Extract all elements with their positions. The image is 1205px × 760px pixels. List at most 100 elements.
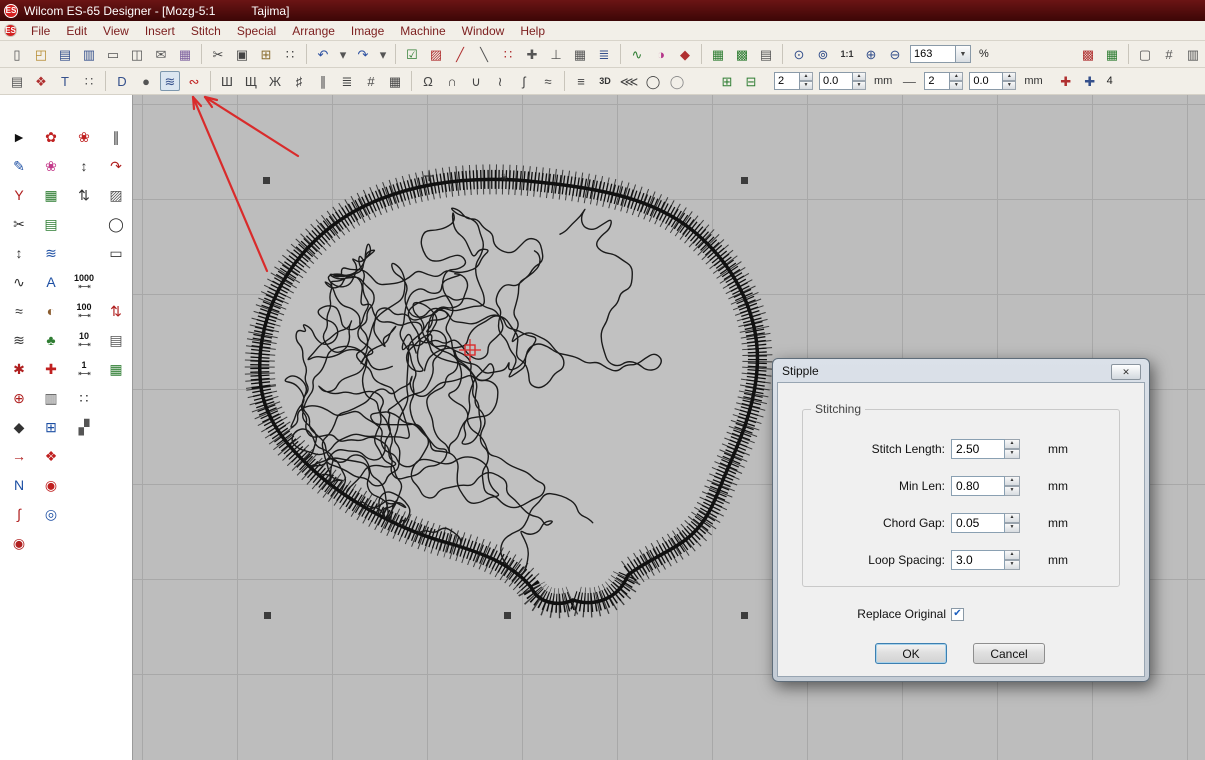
arrow-tool[interactable]: → (6, 444, 32, 468)
open-design-icon[interactable]: ◰ (31, 44, 51, 64)
penetration-icon[interactable]: ⊥ (546, 44, 566, 64)
grid-major-spinner-down-icon[interactable]: ▼ (800, 81, 813, 90)
target-tool[interactable]: ◉ (6, 531, 32, 555)
grid-minor-spinner-up-icon[interactable]: ▲ (950, 72, 963, 81)
menu-view[interactable]: View (95, 22, 137, 40)
design-view-icon[interactable]: ▦ (1102, 44, 1122, 64)
scissors-tool[interactable]: ✂ (6, 212, 32, 236)
auto-fabric-icon[interactable]: ∿ (627, 44, 647, 64)
ellipse-b-icon[interactable]: ◯ (667, 71, 687, 91)
wave-icon[interactable]: ≀ (490, 71, 510, 91)
reshape-tool[interactable]: ✎ (6, 154, 32, 178)
menu-stitch[interactable]: Stitch (183, 22, 229, 40)
save-design-icon[interactable]: ▤ (55, 44, 75, 64)
loop-spacing-input[interactable] (951, 550, 1005, 570)
hatch2-tool[interactable]: ▨ (103, 183, 129, 207)
ellipse-tool[interactable]: ◯ (103, 212, 129, 236)
thread-colors-icon[interactable]: ◑ (651, 44, 671, 64)
replace-original-checkbox[interactable]: ✔ (951, 608, 964, 621)
fill-rows-tool[interactable]: ▤ (103, 328, 129, 352)
stitch-view-icon[interactable]: ▩ (1078, 44, 1098, 64)
parallel-tool[interactable]: ∥ (103, 125, 129, 149)
grid-size-y-spinner-input[interactable] (969, 72, 1003, 90)
stipple-fill-icon[interactable]: ≋ (160, 71, 180, 91)
stitch-length-down-icon[interactable]: ▼ (1005, 449, 1020, 459)
select-tool[interactable]: ► (6, 125, 32, 149)
stitch-player-icon[interactable]: ≣ (594, 44, 614, 64)
menu-arrange[interactable]: Arrange (284, 22, 343, 40)
show-rulers-icon[interactable]: ▤ (756, 44, 776, 64)
lines-icon[interactable]: ≣ (337, 71, 357, 91)
block-tool[interactable]: ▥ (38, 386, 64, 410)
min-len-down-icon[interactable]: ▼ (1005, 486, 1020, 496)
measure-icon[interactable]: # (1159, 44, 1179, 64)
show-hoop-icon[interactable]: ▩ (732, 44, 752, 64)
loop-spacing-down-icon[interactable]: ▼ (1005, 560, 1020, 570)
clipped-right-icon[interactable]: ▥ (1183, 44, 1203, 64)
sharp-stitch-icon[interactable]: ♯ (289, 71, 309, 91)
add-stitch-icon[interactable]: ✚ (522, 44, 542, 64)
stitch-list-icon[interactable]: ▦ (570, 44, 590, 64)
triple-run-tool[interactable]: ≈ (6, 299, 32, 323)
cross-stitch-icon[interactable]: Ж (265, 71, 285, 91)
close-icon[interactable]: ✕ (1111, 364, 1141, 380)
hash-icon[interactable]: # (361, 71, 381, 91)
diamond-tool[interactable]: ◆ (6, 415, 32, 439)
min-len-input[interactable] (951, 476, 1005, 496)
paste-icon[interactable]: ⊞ (256, 44, 276, 64)
target-red-tool[interactable]: ◉ (38, 473, 64, 497)
undo-icon[interactable]: ↶ (313, 44, 333, 64)
mesh-icon[interactable]: ▦ (385, 71, 405, 91)
flower-pink-tool[interactable]: ❀ (38, 154, 64, 178)
arc-tool[interactable]: ↷ (103, 154, 129, 178)
send-email-icon[interactable]: ✉ (151, 44, 171, 64)
overview-window-icon[interactable]: ▢ (1135, 44, 1155, 64)
satin-stitch-icon[interactable]: ╱ (450, 44, 470, 64)
fur-tool[interactable]: ◐ (38, 299, 64, 323)
leaf-tool[interactable]: ♣ (38, 328, 64, 352)
grid-size-x-spinner-input[interactable] (819, 72, 853, 90)
lettering-icon[interactable]: T (55, 71, 75, 91)
menu-insert[interactable]: Insert (137, 22, 183, 40)
grid-size-y-spinner-up-icon[interactable]: ▲ (1003, 72, 1016, 81)
tatami-fill-icon[interactable]: ▨ (426, 44, 446, 64)
dash-icon[interactable]: ― (899, 71, 919, 91)
menu-machine[interactable]: Machine (392, 22, 453, 40)
print-preview-icon[interactable]: ◫ (127, 44, 147, 64)
zoom-in-icon[interactable]: ⊕ (861, 44, 881, 64)
circle-tool[interactable]: ⊕ (6, 386, 32, 410)
spacing-preset-10[interactable]: 10⇤⇥ (71, 328, 97, 352)
motif-fill-icon[interactable]: ∷ (498, 44, 518, 64)
fill-dark-tool[interactable]: ▤ (38, 212, 64, 236)
grid-minor-spinner-input[interactable] (924, 72, 950, 90)
updown-tool[interactable]: ↕ (71, 154, 97, 178)
zoom-box-icon[interactable]: ⊚ (813, 44, 833, 64)
updown-red-tool[interactable]: ⇅ (103, 299, 129, 323)
w-effect-icon[interactable]: ⋘ (619, 71, 639, 91)
arc-up-icon[interactable]: ∩ (442, 71, 462, 91)
document-logo-icon[interactable]: ES (4, 24, 17, 37)
fill-dots-icon[interactable]: ∷ (79, 71, 99, 91)
run-stitch-icon[interactable]: ╲ (474, 44, 494, 64)
menu-file[interactable]: File (23, 22, 58, 40)
rectangle-tool[interactable]: ▭ (103, 241, 129, 265)
menu-image[interactable]: Image (343, 22, 392, 40)
digitize-d-icon[interactable]: D (112, 71, 132, 91)
move-design-icon[interactable]: ✚ (1056, 71, 1076, 91)
dialog-titlebar[interactable]: Stipple (773, 359, 1149, 382)
3d-effect-icon[interactable]: 3D (595, 71, 615, 91)
effects-icon[interactable]: ❖ (31, 71, 51, 91)
grid-minor-spinner-down-icon[interactable]: ▼ (950, 81, 963, 90)
fill-green-tool[interactable]: ▦ (38, 183, 64, 207)
zigzag-b-icon[interactable]: Щ (241, 71, 261, 91)
print-icon[interactable]: ▭ (103, 44, 123, 64)
node-tool[interactable]: N (6, 473, 32, 497)
gem-tool[interactable]: ❖ (38, 444, 64, 468)
menu-help[interactable]: Help (512, 22, 553, 40)
menu-window[interactable]: Window (454, 22, 513, 40)
undo-list-icon[interactable]: ▾ (337, 44, 349, 64)
cancel-button[interactable]: Cancel (973, 643, 1045, 664)
parallel-icon[interactable]: ∥ (313, 71, 333, 91)
select-object-icon[interactable]: ☑ (402, 44, 422, 64)
stitch-length-input[interactable] (951, 439, 1005, 459)
